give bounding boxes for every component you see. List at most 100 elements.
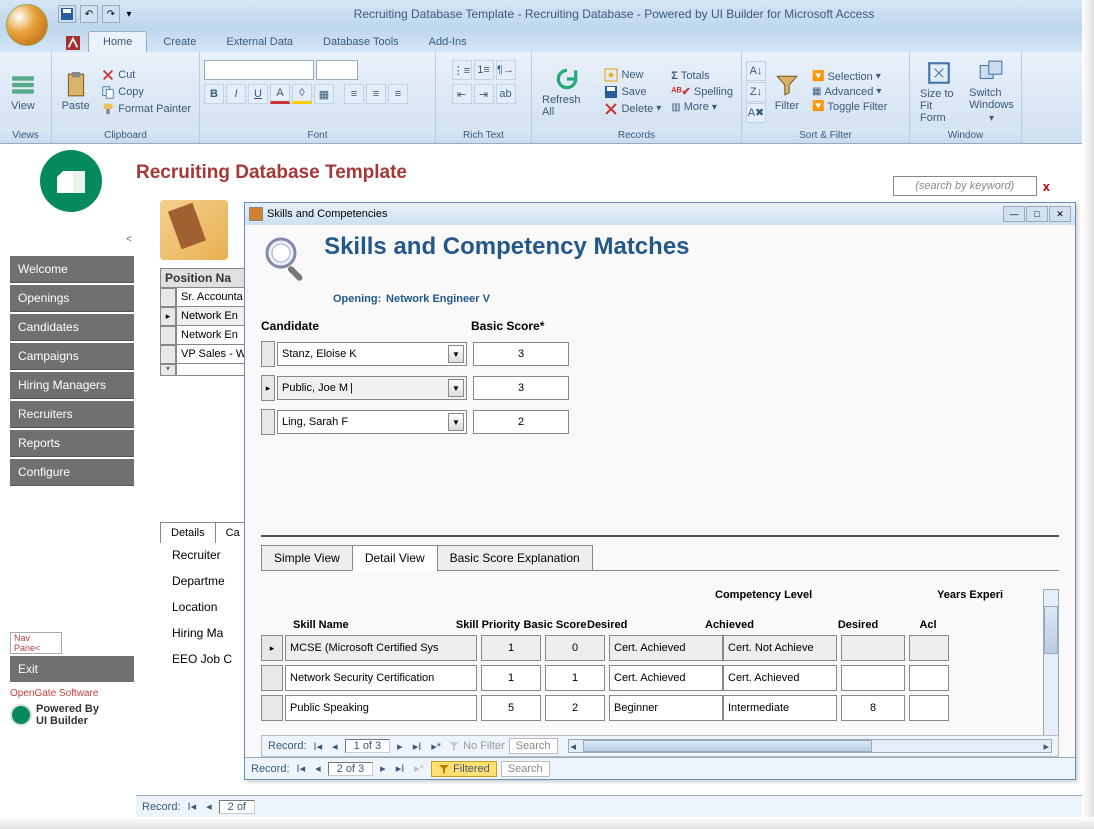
save-icon[interactable]: [58, 5, 76, 23]
row-selector[interactable]: [261, 695, 283, 721]
spelling-button[interactable]: ᴬᴮ✔ Spelling: [667, 84, 737, 99]
format-painter-button[interactable]: Format Painter: [97, 101, 195, 117]
chevron-down-icon[interactable]: ▼: [448, 345, 464, 363]
nav-recruiters[interactable]: Recruiters: [10, 401, 134, 428]
years-achieved-cell[interactable]: [909, 665, 949, 691]
font-color-button[interactable]: A: [270, 84, 290, 104]
tab-score-explanation[interactable]: Basic Score Explanation: [437, 545, 593, 571]
align-right-button[interactable]: ≡: [388, 84, 408, 104]
copy-button[interactable]: Copy: [97, 84, 195, 100]
fill-color-button[interactable]: ◊: [292, 84, 312, 104]
gridlines-button[interactable]: ▦: [314, 84, 334, 104]
increase-indent-button[interactable]: ⇥: [474, 84, 494, 104]
office-button[interactable]: [6, 4, 48, 46]
nav-campaigns[interactable]: Campaigns: [10, 343, 134, 370]
achieved-cell[interactable]: Cert. Achieved: [723, 665, 837, 691]
more-button[interactable]: ▥ More ▾: [667, 100, 737, 114]
popup-titlebar[interactable]: Skills and Competencies — □ ✕: [245, 203, 1075, 225]
nav-candidates[interactable]: Candidates: [10, 314, 134, 341]
candidate-combo[interactable]: Public, Joe M|▼: [277, 376, 467, 400]
candidate-combo[interactable]: Ling, Sarah F▼: [277, 410, 467, 434]
close-icon[interactable]: ✕: [1049, 206, 1071, 222]
clear-sort-button[interactable]: A✖: [746, 103, 766, 123]
tab-detail-view[interactable]: Detail View: [352, 545, 438, 571]
skill-name-cell[interactable]: Public Speaking: [285, 695, 477, 721]
chevron-down-icon[interactable]: ▼: [448, 413, 464, 431]
nav-next-icon[interactable]: ▸: [377, 762, 389, 775]
filtered-indicator[interactable]: Filtered: [431, 761, 497, 777]
sort-desc-button[interactable]: Z↓: [746, 82, 766, 102]
row-selector[interactable]: [261, 409, 275, 435]
nav-pane-toggle[interactable]: Nav Pane<: [10, 632, 62, 654]
font-size-combo[interactable]: [316, 60, 358, 80]
search-field[interactable]: Search: [509, 738, 558, 754]
fit-form-button[interactable]: Size to Fit Form: [914, 58, 964, 126]
row-selector[interactable]: [261, 341, 275, 367]
priority-cell[interactable]: 1: [481, 635, 541, 661]
row-selector[interactable]: [261, 665, 283, 691]
align-left-button[interactable]: ≡: [344, 84, 364, 104]
view-button[interactable]: View: [4, 70, 42, 114]
horizontal-scrollbar[interactable]: ◂▸: [568, 739, 1052, 753]
ltr-button[interactable]: ¶→: [496, 60, 516, 80]
priority-cell[interactable]: 5: [481, 695, 541, 721]
skill-name-cell[interactable]: MCSE (Microsoft Certified Sys: [285, 635, 477, 661]
achieved-cell[interactable]: Cert. Not Achieve: [723, 635, 837, 661]
nav-prev-icon[interactable]: ◂: [329, 740, 341, 753]
score-cell[interactable]: 2: [545, 695, 605, 721]
candidate-combo[interactable]: Stanz, Eloise K▼: [277, 342, 467, 366]
nav-new-icon[interactable]: ▸*: [428, 740, 444, 753]
nav-next-icon[interactable]: ▸: [394, 740, 406, 753]
delete-record-button[interactable]: Delete ▾: [600, 101, 665, 117]
nav-reports[interactable]: Reports: [10, 430, 134, 457]
years-desired-cell[interactable]: [841, 665, 905, 691]
nav-prev-icon[interactable]: ◂: [312, 762, 324, 775]
save-record-button[interactable]: Save: [600, 84, 665, 100]
years-achieved-cell[interactable]: [909, 635, 949, 661]
score-cell[interactable]: 0: [545, 635, 605, 661]
nav-last-icon[interactable]: ▸I: [393, 762, 408, 775]
clear-search-icon[interactable]: x: [1043, 179, 1050, 194]
desired-cell[interactable]: Beginner: [609, 695, 723, 721]
years-desired-cell[interactable]: 8: [841, 695, 905, 721]
decrease-indent-button[interactable]: ⇤: [452, 84, 472, 104]
years-desired-cell[interactable]: [841, 635, 905, 661]
nav-new-icon[interactable]: ▸*: [411, 762, 427, 775]
nav-hiring-managers[interactable]: Hiring Managers: [10, 372, 134, 399]
app-tab-icon[interactable]: [60, 34, 86, 52]
desired-cell[interactable]: Cert. Achieved: [609, 665, 723, 691]
switch-windows-button[interactable]: Switch Windows▾: [966, 57, 1017, 126]
font-family-combo[interactable]: [204, 60, 314, 80]
new-record-button[interactable]: ✶New: [600, 67, 665, 83]
nav-prev-icon[interactable]: ◂: [203, 800, 215, 813]
collapse-caret-icon[interactable]: <: [126, 234, 132, 245]
nav-welcome[interactable]: Welcome: [10, 256, 134, 283]
nav-last-icon[interactable]: ▸I: [410, 740, 425, 753]
bold-button[interactable]: B: [204, 84, 224, 104]
desired-cell[interactable]: Cert. Achieved: [609, 635, 723, 661]
cut-button[interactable]: Cut: [97, 67, 195, 83]
advanced-button[interactable]: ▦ Advanced ▾: [808, 85, 891, 99]
search-input[interactable]: [893, 176, 1037, 196]
bullets-button[interactable]: ⋮≡: [452, 60, 472, 80]
row-selector[interactable]: [261, 375, 275, 401]
align-center-button[interactable]: ≡: [366, 84, 386, 104]
selection-button[interactable]: 🔽 Selection ▾: [808, 70, 891, 84]
highlight-button[interactable]: ab: [496, 84, 516, 104]
filter-button[interactable]: Filter: [768, 70, 806, 114]
refresh-all-button[interactable]: Refresh All: [536, 64, 598, 120]
nav-configure[interactable]: Configure: [10, 459, 134, 486]
tab-simple-view[interactable]: Simple View: [261, 545, 353, 571]
tab-add-ins[interactable]: Add-Ins: [415, 32, 481, 52]
positions-header[interactable]: Position Na: [160, 268, 248, 288]
tab-database-tools[interactable]: Database Tools: [309, 32, 413, 52]
exit-button[interactable]: Exit: [10, 656, 134, 682]
qat-dropdown-icon[interactable]: ▾: [124, 5, 134, 23]
paste-button[interactable]: Paste: [56, 70, 95, 114]
underline-button[interactable]: U: [248, 84, 268, 104]
sort-asc-button[interactable]: A↓: [746, 61, 766, 81]
search-field[interactable]: Search: [501, 761, 550, 777]
tab-external-data[interactable]: External Data: [212, 32, 307, 52]
tab-create[interactable]: Create: [149, 32, 210, 52]
score-cell[interactable]: 1: [545, 665, 605, 691]
